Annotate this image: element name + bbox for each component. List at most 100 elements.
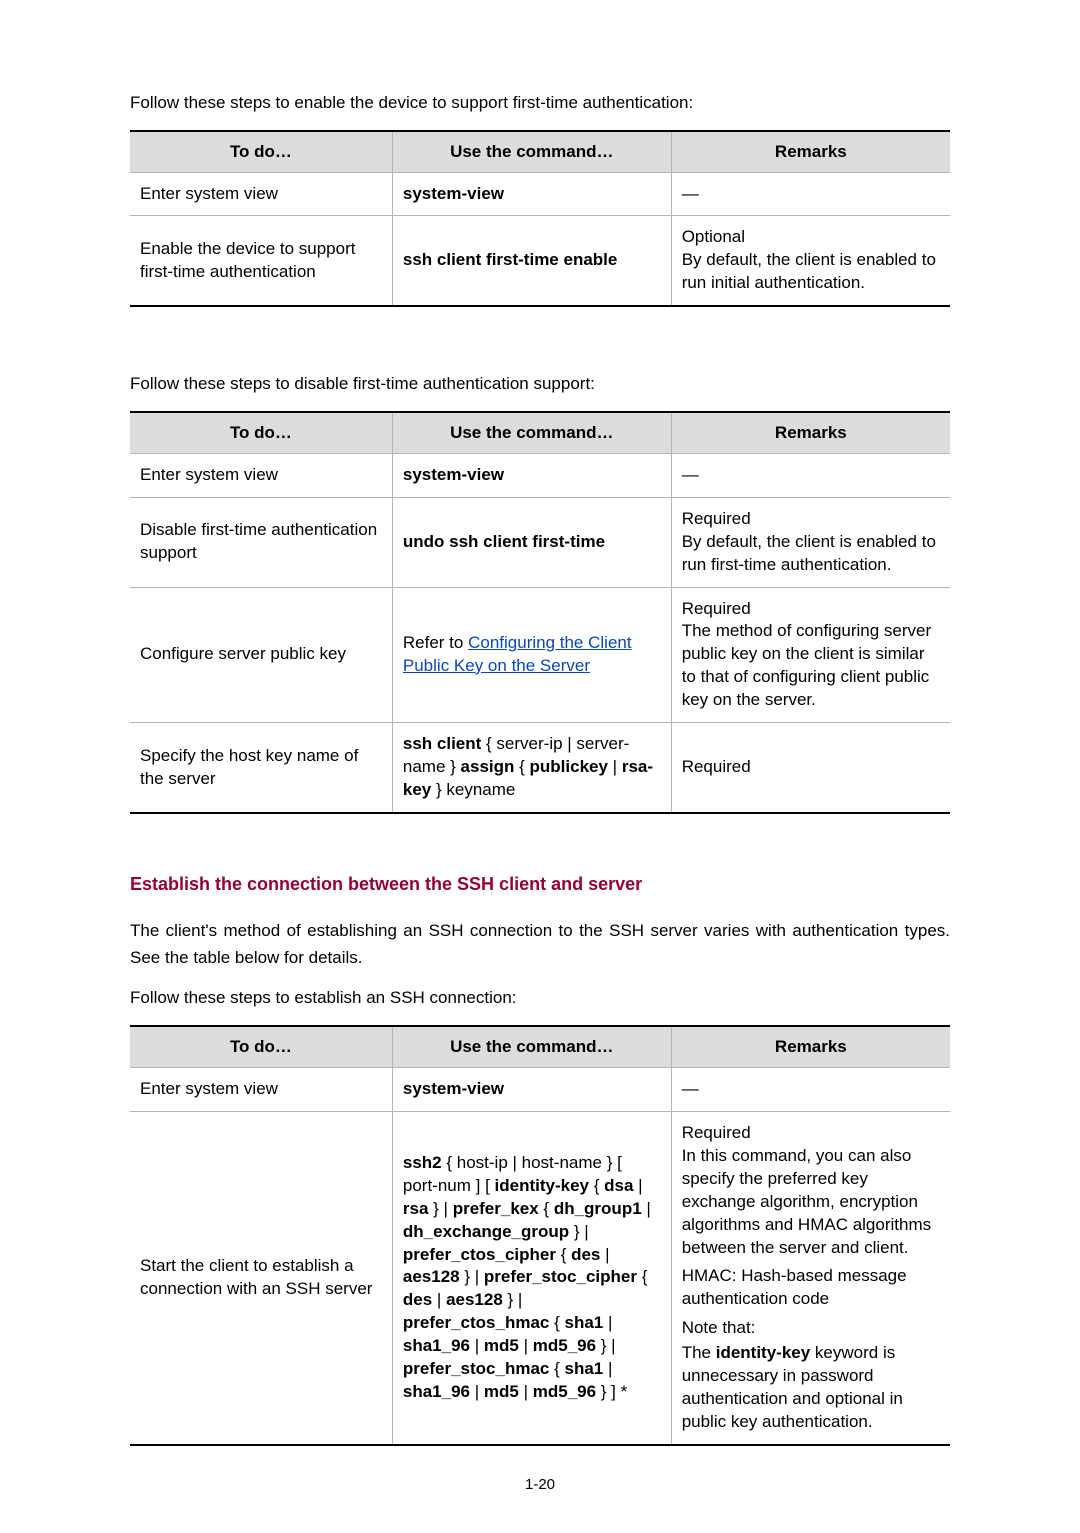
remark-line: Optional (682, 226, 940, 249)
kw: dh_exchange_group (403, 1222, 569, 1241)
table-header-row: To do… Use the command… Remarks (130, 412, 950, 454)
kw: md5 (484, 1382, 519, 1401)
tx: } keyname (431, 780, 515, 799)
table-disable-first-time: To do… Use the command… Remarks Enter sy… (130, 411, 950, 814)
cell-cmd: undo ssh client first-time (392, 497, 671, 587)
cell-cmd: system-view (392, 172, 671, 216)
table-row: Disable first-time authentication suppor… (130, 497, 950, 587)
cell-remarks: Required The method of configuring serve… (671, 587, 950, 723)
tx: } | (569, 1222, 589, 1241)
remark-line: HMAC: Hash-based message authentication … (682, 1265, 940, 1311)
remark-line: Required (682, 1122, 940, 1145)
cell-todo: Disable first-time authentication suppor… (130, 497, 392, 587)
tx: { (514, 757, 529, 776)
tx: { (539, 1199, 554, 1218)
kw: dh_group1 (554, 1199, 642, 1218)
tx: } | (428, 1199, 452, 1218)
remark-line: Required (682, 508, 940, 531)
cell-todo: Specify the host key name of the server (130, 723, 392, 813)
kw: identity-key (716, 1343, 810, 1362)
col-cmd: Use the command… (392, 1026, 671, 1068)
col-cmd: Use the command… (392, 412, 671, 454)
cell-cmd: ssh client first-time enable (392, 216, 671, 306)
tx: | (519, 1336, 533, 1355)
section-heading: Establish the connection between the SSH… (130, 874, 950, 895)
tx: { (637, 1267, 647, 1286)
tx: } ] * (596, 1382, 627, 1401)
kw: sha1 (564, 1313, 603, 1332)
text-prefix: Refer to (403, 633, 468, 652)
col-todo: To do… (130, 412, 392, 454)
kw: rsa (403, 1199, 429, 1218)
tx: | (470, 1382, 484, 1401)
col-remarks: Remarks (671, 1026, 950, 1068)
table-enable-first-time: To do… Use the command… Remarks Enter sy… (130, 130, 950, 308)
col-todo: To do… (130, 131, 392, 173)
remark-line: The identity-key keyword is unnecessary … (682, 1342, 940, 1434)
remark-line: By default, the client is enabled to run… (682, 531, 940, 577)
tx: } | (503, 1290, 523, 1309)
kw: prefer_ctos_cipher (403, 1245, 556, 1264)
cell-todo: Enter system view (130, 453, 392, 497)
kw: assign (461, 757, 515, 776)
kw: prefer_ctos_hmac (403, 1313, 549, 1332)
cell-remarks: Required In this command, you can also s… (671, 1111, 950, 1445)
table-row: Configure server public key Refer to Con… (130, 587, 950, 723)
intro-table3a: The client's method of establishing an S… (130, 917, 950, 971)
table-row: Enter system view system-view — (130, 1067, 950, 1111)
kw: ssh2 (403, 1153, 442, 1172)
cell-remarks: — (671, 172, 950, 216)
kw: md5_96 (533, 1336, 596, 1355)
tx: { (549, 1313, 564, 1332)
kw: sha1_96 (403, 1382, 470, 1401)
tx: } | (596, 1336, 616, 1355)
col-remarks: Remarks (671, 412, 950, 454)
intro-table2: Follow these steps to disable first-time… (130, 371, 950, 397)
remark-line: In this command, you can also specify th… (682, 1145, 940, 1260)
table-row: Specify the host key name of the server … (130, 723, 950, 813)
cell-todo: Enter system view (130, 1067, 392, 1111)
intro-table3b: Follow these steps to establish an SSH c… (130, 985, 950, 1011)
table-ssh-connection: To do… Use the command… Remarks Enter sy… (130, 1025, 950, 1446)
kw: des (403, 1290, 432, 1309)
remark-line: Note that: (682, 1317, 940, 1340)
kw: prefer_stoc_cipher (484, 1267, 637, 1286)
kw: aes128 (446, 1290, 503, 1309)
cell-cmd: system-view (392, 1067, 671, 1111)
tx: { (589, 1176, 604, 1195)
tx: { (556, 1245, 571, 1264)
kw: des (571, 1245, 600, 1264)
tx: | (470, 1336, 484, 1355)
kw: md5_96 (533, 1382, 596, 1401)
kw: dsa (604, 1176, 633, 1195)
kw: aes128 (403, 1267, 460, 1286)
remark-line: By default, the client is enabled to run… (682, 249, 940, 295)
cell-remarks: — (671, 453, 950, 497)
tx: | (519, 1382, 533, 1401)
table-row: Enter system view system-view — (130, 453, 950, 497)
kw: prefer_kex (453, 1199, 539, 1218)
cell-remarks: — (671, 1067, 950, 1111)
tx: | (603, 1359, 612, 1378)
tx: } | (460, 1267, 484, 1286)
remark-line: The method of configuring server public … (682, 620, 940, 712)
tx: | (633, 1176, 642, 1195)
cell-todo: Enable the device to support first-time … (130, 216, 392, 306)
tx: The (682, 1343, 716, 1362)
cell-todo: Start the client to establish a connecti… (130, 1111, 392, 1445)
cell-remarks: Required (671, 723, 950, 813)
kw: identity-key (495, 1176, 589, 1195)
table-header-row: To do… Use the command… Remarks (130, 131, 950, 173)
cell-cmd: Refer to Configuring the Client Public K… (392, 587, 671, 723)
tx: | (603, 1313, 612, 1332)
table-row: Enable the device to support first-time … (130, 216, 950, 306)
tx: { (549, 1359, 564, 1378)
page-number: 1-20 (130, 1476, 950, 1493)
tx: | (432, 1290, 446, 1309)
kw: prefer_stoc_hmac (403, 1359, 549, 1378)
remark-line: Required (682, 598, 940, 621)
table-row: Start the client to establish a connecti… (130, 1111, 950, 1445)
kw: md5 (484, 1336, 519, 1355)
col-todo: To do… (130, 1026, 392, 1068)
intro-table1: Follow these steps to enable the device … (130, 90, 950, 116)
